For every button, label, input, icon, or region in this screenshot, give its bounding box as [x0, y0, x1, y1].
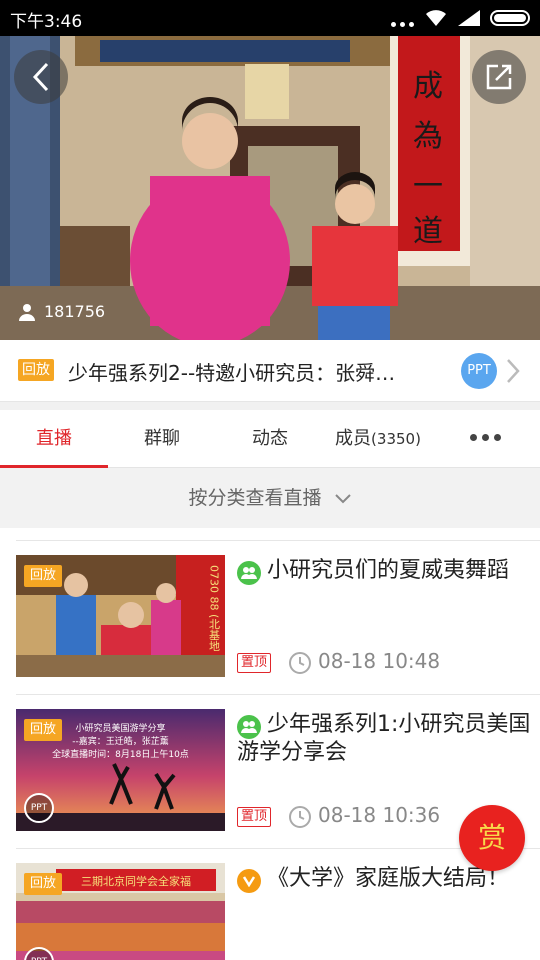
list-item[interactable]: 三期北京同学会全家福 回放 PPT 《大学》家庭版大结局！ [0, 849, 540, 960]
chevron-left-icon [32, 62, 49, 92]
tab-feed[interactable]: 动态 [216, 410, 324, 468]
category-filter[interactable]: 按分类查看直播 [0, 468, 540, 528]
share-button[interactable] [472, 50, 526, 104]
live-cover[interactable]: 成 為 一 道 181756 [0, 36, 540, 340]
replay-badge: 回放 [24, 873, 63, 895]
item-date: 08-18 10:48 [318, 649, 441, 673]
thumbnail-side-text: 0730 88 (北基地 [208, 565, 221, 651]
more-icon[interactable] [470, 434, 501, 441]
share-icon [486, 64, 512, 90]
item-thumbnail: 小研究员美国游学分享 --嘉宾：王迁皓，张芷薰 全球直播时间：8月18日上午10… [16, 709, 225, 831]
item-thumbnail: 0730 88 (北基地 回放 [16, 555, 225, 677]
pinned-badge: 置顶 [237, 807, 272, 827]
live-title: 少年强系列2--特邀小研究员：张舜… [68, 361, 396, 385]
chevron-down-icon [334, 493, 351, 503]
tab-members-label: 成员 [335, 428, 372, 449]
list-item[interactable]: 小研究员美国游学分享 --嘉宾：王迁皓，张芷薰 全球直播时间：8月18日上午10… [0, 695, 540, 849]
person-icon [19, 303, 35, 321]
list-item[interactable]: 0730 88 (北基地 回放 小研究员们的夏威夷舞蹈 置顶 08-18 10:… [0, 541, 540, 695]
category-filter-label: 按分类查看直播 [188, 487, 322, 509]
tab-members[interactable]: 成员(3350) [324, 410, 432, 468]
wifi-icon [426, 10, 446, 26]
tab-live-label: 直播 [36, 428, 72, 449]
item-thumbnail: 三期北京同学会全家福 回放 PPT [16, 863, 225, 960]
viewer-count-value: 181756 [44, 302, 106, 321]
svg-text:為: 為 [413, 119, 443, 154]
signal-icon [458, 10, 480, 26]
svg-text:一: 一 [413, 169, 443, 204]
members-count: (3350) [371, 430, 421, 448]
cover-image: 成 為 一 道 [0, 36, 540, 340]
live-title-row[interactable]: 回放 少年强系列2--特邀小研究员：张舜… [0, 340, 540, 402]
replay-badge: 回放 [18, 359, 54, 381]
clock-icon [289, 806, 311, 828]
chevron-right-icon[interactable] [505, 358, 521, 384]
status-time: 下午3:46 [10, 12, 83, 32]
clock-icon [289, 652, 311, 674]
status-bar: 下午3:46 [0, 0, 540, 36]
battery-icon [490, 10, 530, 26]
item-title: 小研究员们的夏威夷舞蹈 [267, 558, 510, 583]
reward-button[interactable]: 赏 [459, 805, 525, 871]
tab-live[interactable]: 直播 [0, 410, 108, 468]
replay-badge: 回放 [24, 719, 63, 741]
more-notifications-icon [391, 9, 414, 27]
tab-bar: 直播 群聊 动态 成员(3350) [0, 410, 540, 468]
svg-text:道: 道 [413, 214, 443, 249]
item-date: 08-18 10:36 [318, 803, 441, 827]
svg-text:成: 成 [413, 69, 443, 104]
section-gap [0, 402, 540, 410]
pinned-badge: 置顶 [237, 653, 272, 673]
ppt-icon: PPT [24, 793, 54, 823]
thumbnail-banner-text: 三期北京同学会全家福 [81, 874, 191, 888]
tab-group-chat-label: 群聊 [144, 428, 180, 449]
tab-feed-label: 动态 [252, 428, 288, 449]
ppt-icon[interactable]: PPT [461, 353, 497, 389]
viewer-count: 181756 [18, 302, 105, 321]
back-button[interactable] [14, 50, 68, 104]
tab-group-chat[interactable]: 群聊 [108, 410, 216, 468]
replay-badge: 回放 [24, 565, 63, 587]
item-title: 少年强系列1:小研究员美国游学分享会 [237, 712, 531, 765]
thumbnail-caption-line: 全球直播时间：8月18日上午10点 [52, 750, 189, 760]
